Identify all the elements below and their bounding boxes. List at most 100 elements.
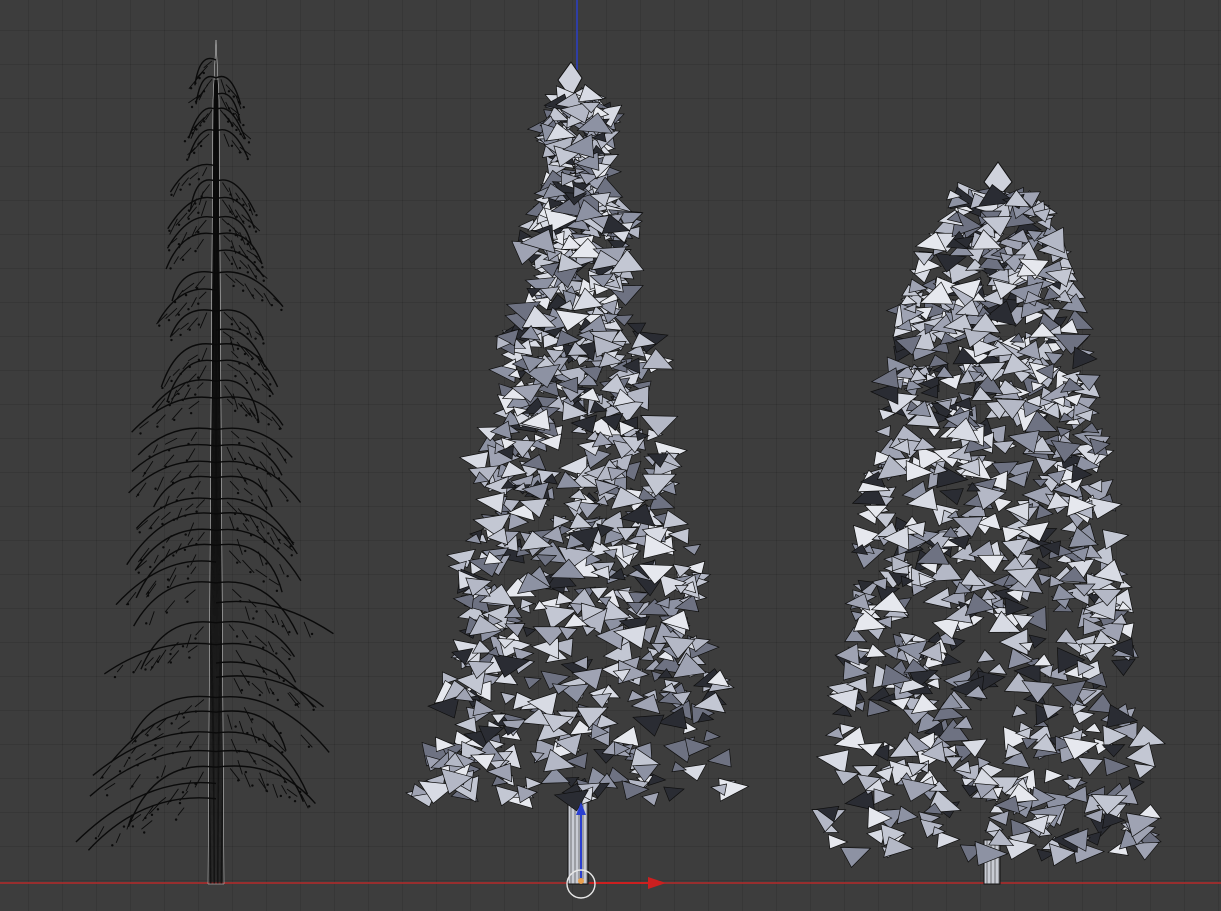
branch-edge: [215, 600, 334, 635]
twig-edge: [264, 680, 271, 694]
twig-edge: [221, 218, 229, 226]
leaf-face: [874, 425, 891, 438]
twig-edge: [199, 312, 208, 329]
leaf-face: [936, 831, 961, 850]
vertex: [262, 342, 265, 345]
branch-edge: [215, 444, 283, 476]
vertex: [247, 680, 250, 684]
twig-edge: [242, 559, 255, 574]
twig-edge: [201, 347, 208, 361]
twig-edge: [184, 589, 196, 599]
twig-edge: [170, 641, 179, 651]
twig-edge: [237, 451, 246, 462]
vertex: [167, 400, 170, 404]
translate-gizmo[interactable]: [566, 802, 666, 899]
twig-edge: [226, 446, 234, 462]
twig-edge: [232, 588, 242, 599]
vertex: [197, 178, 201, 181]
vertex: [170, 193, 173, 197]
vertex: [181, 645, 185, 648]
3d-viewport[interactable]: [0, 0, 1221, 911]
twig-edge: [254, 635, 268, 647]
branch-edge: [215, 196, 256, 229]
twig-edge: [300, 794, 309, 809]
vertex: [188, 183, 191, 186]
vertex: [194, 393, 197, 396]
scene-canvas[interactable]: [0, 0, 1221, 911]
twig-edge: [300, 734, 313, 748]
branch-edge: [215, 328, 266, 368]
branch-edge: [140, 621, 217, 670]
spruce-tree-mesh[interactable]: [405, 61, 750, 885]
vertex: [288, 796, 291, 799]
vertex: [131, 825, 135, 828]
twig-edge: [157, 649, 167, 663]
vertex: [243, 137, 246, 140]
vertex: [156, 660, 160, 663]
vertex: [236, 491, 240, 495]
vertex: [169, 652, 172, 656]
twig-edge: [229, 516, 235, 531]
branch-edge: [215, 581, 299, 635]
vertex: [255, 467, 259, 470]
vertex: [253, 261, 256, 264]
twig-edge: [279, 488, 288, 499]
twig-edge: [249, 409, 257, 420]
twig-edge: [194, 771, 204, 788]
twig-edge: [223, 133, 230, 148]
bare-tree-wireframe[interactable]: [75, 39, 334, 885]
vertex: [229, 210, 232, 213]
twig-edge: [187, 448, 196, 460]
vertex: [261, 299, 264, 302]
twig-edge: [177, 807, 185, 816]
vertex: [139, 432, 142, 435]
vertex: [118, 770, 122, 773]
vertex: [257, 363, 261, 366]
fir-tree-mesh[interactable]: [811, 161, 1166, 885]
twig-edge: [166, 788, 179, 805]
vertex: [230, 262, 234, 266]
twig-edge: [227, 363, 239, 372]
vertex: [230, 246, 233, 249]
vertex: [177, 223, 181, 227]
twig-edge: [238, 720, 245, 734]
branch-edge: [215, 749, 305, 803]
leaf-face: [1132, 842, 1160, 861]
twig-edge: [281, 646, 292, 657]
vertex: [181, 258, 185, 261]
leaf-face: [840, 846, 872, 868]
twig-edge: [188, 464, 199, 477]
twig-edge: [188, 75, 200, 90]
leaf-face: [475, 492, 505, 515]
vertex: [265, 789, 268, 792]
vertex: [268, 394, 272, 398]
twig-edge: [231, 316, 241, 330]
vertex: [312, 708, 315, 711]
gizmo-x-arrow-icon[interactable]: [648, 877, 666, 889]
vertex: [197, 211, 200, 215]
twig-edge: [169, 574, 177, 588]
vertex: [234, 374, 237, 378]
vertex: [170, 379, 173, 383]
vertex: [138, 531, 141, 534]
twig-edge: [194, 480, 201, 491]
twig-edge: [237, 760, 243, 775]
vertex: [228, 229, 232, 232]
leaf-face: [1044, 768, 1065, 784]
twig-edge: [172, 368, 180, 376]
twig-edge: [232, 393, 239, 410]
twig-edge: [239, 321, 248, 330]
vertex: [186, 565, 190, 568]
vertex: [156, 425, 159, 428]
vertex: [242, 105, 245, 109]
vertex: [191, 491, 194, 495]
branch-edge: [153, 475, 217, 508]
twig-edge: [177, 720, 191, 730]
twig-edge: [197, 365, 207, 381]
vertex: [255, 610, 258, 613]
twig-edge: [259, 772, 267, 789]
twig-edge: [255, 569, 268, 578]
twig-edge: [203, 60, 213, 69]
leaf-face: [523, 676, 542, 690]
vertex: [169, 267, 172, 270]
